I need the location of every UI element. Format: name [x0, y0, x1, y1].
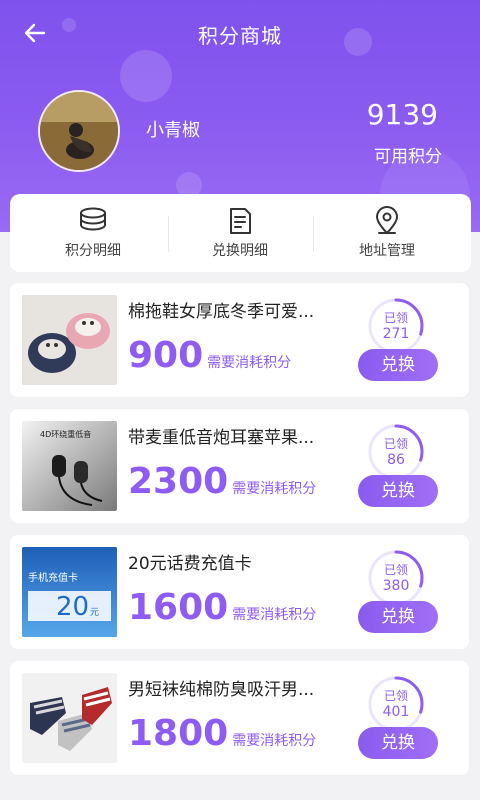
product-name: 男短袜纯棉防臭吸汗男... [128, 680, 315, 700]
address-manage-link[interactable]: 地址管理 [312, 194, 462, 272]
price-value: 2300 [128, 461, 229, 502]
quick-link-label: 地址管理 [359, 243, 415, 259]
claimed-count: 380 [382, 578, 410, 594]
product-image-caption: 手机充值卡 [28, 571, 78, 584]
points-detail-link[interactable]: 积分明细 [18, 194, 168, 272]
product-price: 1800 需要消耗积分 [128, 713, 316, 754]
coins-stack-icon [80, 207, 106, 231]
price-value: 1800 [128, 713, 229, 754]
product-card[interactable]: 手机充值卡 20 元 20元话费充值卡 1600 需要消耗积分 已领 380 兑换 [10, 535, 469, 649]
product-image-phone-card: 手机充值卡 20 元 [22, 547, 117, 637]
quick-link-label: 积分明细 [65, 243, 121, 259]
username: 小青椒 [146, 120, 200, 141]
product-image-amount: 20 [56, 592, 89, 622]
location-pin-icon [375, 206, 399, 235]
redeem-button[interactable]: 兑换 [358, 727, 438, 759]
product-price: 2300 需要消耗积分 [128, 461, 316, 502]
page-title: 积分商城 [198, 24, 282, 48]
product-name: 棉拖鞋女厚底冬季可爱... [128, 302, 315, 322]
avatar[interactable] [38, 90, 120, 172]
claimed-count: 86 [387, 452, 405, 468]
decor-bubble [120, 50, 172, 102]
exchange-detail-link[interactable]: 兑换明细 [165, 194, 315, 272]
claimed-label: 已领 [383, 563, 408, 577]
price-value: 1600 [128, 587, 229, 628]
product-image-socks [22, 673, 117, 763]
product-card[interactable]: 4D环绕重低音 带麦重低音炮耳塞苹果... 2300 需要消耗积分 已领 86 兑… [10, 409, 469, 523]
document-icon [230, 208, 251, 234]
product-price: 1600 需要消耗积分 [128, 587, 316, 628]
redeem-button[interactable]: 兑换 [358, 475, 438, 507]
redeem-button[interactable]: 兑换 [358, 349, 438, 381]
points-label: 可用积分 [374, 147, 442, 167]
product-name: 20元话费充值卡 [128, 554, 252, 574]
product-card[interactable]: 棉拖鞋女厚底冬季可爱... 900 需要消耗积分 已领 271 兑换 [10, 283, 469, 397]
avatar-photo [40, 92, 118, 170]
product-image-unit: 元 [90, 608, 99, 618]
claimed-count: 401 [382, 704, 410, 720]
product-image-slippers [22, 295, 117, 385]
claimed-label: 已领 [383, 311, 408, 325]
product-name: 带麦重低音炮耳塞苹果... [128, 428, 315, 448]
price-unit: 需要消耗积分 [232, 607, 317, 623]
quick-link-label: 兑换明细 [212, 243, 268, 259]
redeem-button[interactable]: 兑换 [358, 601, 438, 633]
price-value: 900 [128, 335, 204, 376]
claimed-label: 已领 [383, 437, 408, 451]
product-image-earphones: 4D环绕重低音 [22, 421, 117, 511]
claimed-label: 已领 [383, 689, 408, 703]
quick-links-card: 积分明细 兑换明细 地址管理 [10, 194, 471, 272]
points-value: 9139 [366, 98, 438, 131]
price-unit: 需要消耗积分 [232, 733, 317, 749]
product-price: 900 需要消耗积分 [128, 335, 291, 376]
top-bar: 积分商城 [0, 12, 480, 56]
product-card[interactable]: 男短袜纯棉防臭吸汗男... 1800 需要消耗积分 已领 401 兑换 [10, 661, 469, 775]
claimed-count: 271 [382, 326, 410, 342]
price-unit: 需要消耗积分 [232, 481, 317, 497]
price-unit: 需要消耗积分 [207, 355, 292, 371]
product-image-caption: 4D环绕重低音 [40, 429, 91, 439]
